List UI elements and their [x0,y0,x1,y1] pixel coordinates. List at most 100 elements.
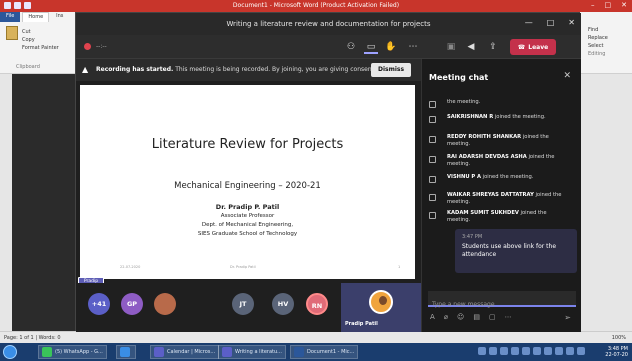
cut-button[interactable]: Cut [22,28,59,36]
close-icon[interactable]: ✕ [621,1,627,9]
tray-icon[interactable] [500,347,508,355]
copy-button[interactable]: Copy [22,36,59,44]
presenter-dept: Dept. of Mechanical Engineering, [201,222,294,228]
close-icon[interactable]: ✕ [568,18,575,27]
format-painter-button[interactable]: Format Painter [22,44,59,52]
word-window-controls: – □ ✕ [591,1,627,9]
ribbon-tabs: File Home Ins [0,12,68,22]
word-title-bar: Document1 - Microsoft Word (Product Acti… [0,0,632,12]
replace-button[interactable]: Replace [588,34,608,42]
format-icon[interactable]: A [430,313,435,321]
participant-avatar[interactable]: RN [306,293,328,315]
tray-icon[interactable] [533,347,541,355]
tray-icon[interactable] [577,347,585,355]
event-name: KADAM SUMIT SUKHDEV [447,210,519,216]
tray-icon[interactable] [544,347,552,355]
face-icon [379,296,387,305]
event-name: SAIKRISHNAN R [447,114,494,120]
avatar-initials: GP [126,300,138,308]
windows-taskbar: (5) WhatsApp - G... Calendar | Micros...… [0,343,632,361]
leave-label: Leave [528,43,549,51]
avatar-initials: RN [311,302,323,310]
teams-title-bar: Writing a literature review and document… [76,13,581,35]
maximize-icon[interactable]: □ [605,1,612,9]
self-photo-avatar [369,290,393,314]
word-icon [294,347,304,357]
participant-avatar[interactable]: HV [272,293,294,315]
ie-icon [120,347,130,357]
slide-footer-author: Dr. Pradip Patil [230,265,256,269]
self-name: Pradip Patil [345,321,378,327]
minimize-icon[interactable]: – [591,1,595,9]
gif-icon[interactable]: ▤ [473,313,480,321]
raise-hand-icon[interactable]: ✋ [384,40,398,54]
word-status-bar: Page: 1 of 1 | Words: 0 100% [0,331,632,343]
recording-banner-text: Recording has started. This meeting is b… [96,66,389,73]
more-options-icon[interactable]: ⋯ [406,40,420,54]
minimize-icon[interactable]: — [525,18,533,27]
emoji-icon[interactable]: ☺ [457,313,464,321]
editing-label: Editing [588,51,606,57]
clock-date: 22-07-20 [605,352,628,358]
chrome-icon [42,347,52,357]
taskbar-item-calendar[interactable]: Calendar | Micros... [150,345,220,359]
send-icon[interactable]: ➢ [564,313,571,322]
maximize-icon[interactable]: □ [547,18,555,27]
taskbar-item-word[interactable]: Document1 - Mic... [290,345,359,359]
tab-insert[interactable]: Ins [51,12,68,22]
tray-icon[interactable] [511,347,519,355]
shared-content-stage: Literature Review for Projects Mechanica… [76,81,421,292]
participant-avatar[interactable]: +41 [88,293,110,315]
teams-window-controls: — □ ✕ [525,18,575,27]
participant-avatar[interactable]: JT [232,293,254,315]
find-button[interactable]: Find [588,26,608,34]
zoom-level[interactable]: 100% [612,335,626,341]
message-input[interactable] [428,297,576,312]
join-icon [429,194,436,201]
tray-icon[interactable] [555,347,563,355]
taskbar-item-label: Document1 - Mic... [307,349,355,355]
tray-icon[interactable] [522,347,530,355]
taskbar-item-label: Calendar | Micros... [167,349,216,355]
taskbar-item-ie[interactable] [116,345,136,359]
participant-photo-avatar[interactable] [154,293,176,315]
tab-file[interactable]: File [0,12,21,22]
select-button[interactable]: Select [588,42,608,50]
self-video-tile: Pradip Patil [341,283,421,332]
event-name: RAI ADARSH DEVDAS ASHA [447,154,527,160]
close-chat-icon[interactable]: ✕ [563,71,571,81]
people-icon[interactable]: ⚇ [344,40,358,54]
vertical-ruler [0,74,12,331]
attach-icon[interactable]: ⌀ [444,313,448,321]
camera-icon[interactable]: ▣ [444,40,458,54]
banner-title: Recording has started. [96,66,174,73]
tray-icon[interactable] [489,347,497,355]
chat-icon[interactable]: ▭ [364,40,378,54]
participant-avatar[interactable]: GP [121,293,143,315]
meeting-timer: --:-- [96,43,107,50]
clock[interactable]: 3:48 PM 22-07-20 [605,346,628,358]
presenter-name: Dr. Pradip P. Patil [215,203,280,211]
tray-icon[interactable] [478,347,486,355]
more-icon[interactable]: ⋯ [505,313,512,321]
taskbar-item-whatsapp[interactable]: (5) WhatsApp - G... [38,345,107,359]
chat-message: 3:47 PM Students use above link for the … [455,229,577,273]
start-button-icon[interactable] [3,345,17,359]
clipboard-label: Clipboard [16,64,40,70]
slide-subtitle: Mechanical Engineering – 2020-21 [174,181,321,191]
share-tray-icon[interactable]: ⇪ [486,40,500,54]
microphone-icon[interactable]: ◀ [464,40,478,54]
chat-title: Meeting chat [429,73,489,82]
paste-icon[interactable] [6,26,18,40]
taskbar-item-teams-meeting[interactable]: Writing a literatu... [218,345,286,359]
join-icon [429,212,436,219]
word-window-title: Document1 - Microsoft Word (Product Acti… [232,2,400,9]
banner-message: This meeting is being recorded. By joini… [175,66,390,73]
tab-home[interactable]: Home [22,12,50,22]
word-count[interactable]: Page: 1 of 1 | Words: 0 [4,335,61,341]
sticker-icon[interactable]: ▢ [489,313,496,321]
dismiss-button[interactable]: Dismiss [371,63,411,77]
leave-button[interactable]: ☎ Leave [510,39,556,55]
presentation-slide: Literature Review for Projects Mechanica… [80,85,415,279]
tray-icon[interactable] [566,347,574,355]
